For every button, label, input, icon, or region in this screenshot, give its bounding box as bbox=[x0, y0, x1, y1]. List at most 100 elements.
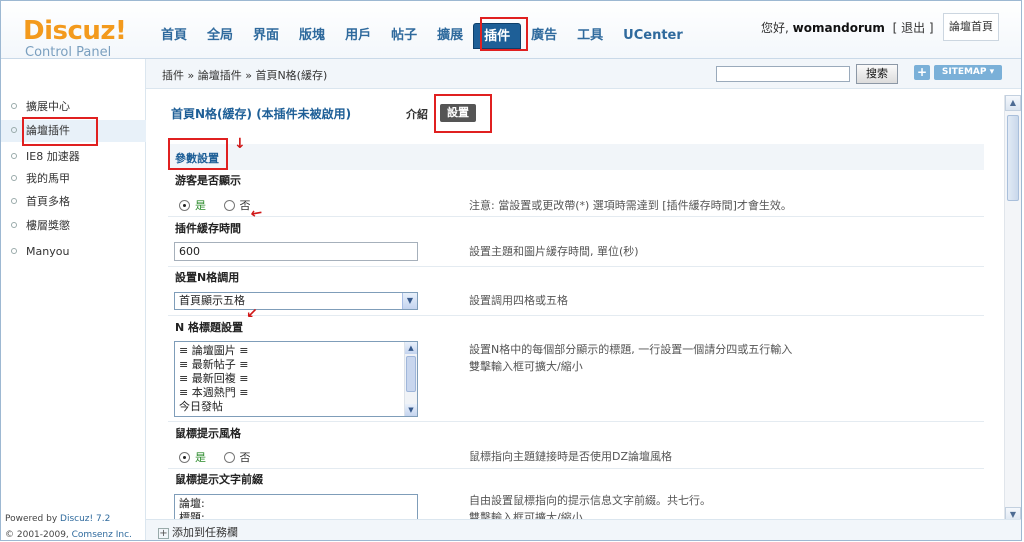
sidebar: 擴展中心 論壇插件 IE8 加速器 我的馬甲 首頁多格 樓層獎懲 Manyou … bbox=[1, 59, 146, 540]
username: womandorum bbox=[792, 21, 885, 35]
bullet-icon bbox=[11, 222, 17, 228]
tipstyle-no-radio[interactable] bbox=[223, 452, 235, 463]
breadcrumb: 插件 » 論壇插件 » 首頁N格(緩存) bbox=[162, 69, 328, 82]
divider bbox=[168, 468, 984, 469]
tipprefix-note: 自由設置鼠標指向的提示信息文字前綴。共七行。 雙擊輸入框可擴大/縮小 bbox=[469, 492, 711, 519]
sidebar-item-label: 我的馬甲 bbox=[26, 172, 70, 185]
tipstyle-yes-label: 是 bbox=[195, 451, 206, 464]
sidebar-item-home-grid[interactable]: 首頁多格 bbox=[11, 192, 70, 212]
divider bbox=[168, 216, 984, 217]
logo-main: Discuz! bbox=[23, 16, 127, 46]
sidebar-item-label: 首頁多格 bbox=[26, 195, 70, 208]
sitemap-button[interactable]: SITEMAP ▾ bbox=[934, 65, 1002, 80]
tipprefix-line: 論壇: bbox=[179, 497, 205, 510]
guest-radio-group: 是 否 bbox=[179, 197, 251, 213]
search-button[interactable]: 搜索 bbox=[856, 64, 898, 84]
guest-no-radio[interactable] bbox=[223, 200, 235, 211]
nav-forums[interactable]: 版塊 bbox=[289, 23, 335, 49]
titles-line: 今日發帖 bbox=[179, 400, 223, 413]
annotation-box-tab bbox=[434, 94, 492, 133]
guest-yes-label: 是 bbox=[195, 199, 206, 212]
cache-time-input[interactable]: 600 bbox=[174, 242, 418, 261]
annotation-arrow-icon: ↙ bbox=[246, 306, 258, 322]
annotation-box-sidebar bbox=[22, 117, 98, 146]
tipprefix-note-line1: 自由設置鼠標指向的提示信息文字前綴。共七行。 bbox=[469, 494, 711, 507]
nav-global[interactable]: 全局 bbox=[197, 23, 243, 49]
scroll-up-icon[interactable]: ▲ bbox=[405, 342, 417, 354]
annotation-box-nav bbox=[480, 17, 528, 51]
cache-note: 設置主題和圖片緩存時間, 單位(秒) bbox=[469, 245, 639, 258]
logo: Discuz! Control Panel bbox=[23, 16, 127, 61]
tipprefix-label: 鼠標提示文字前綴 bbox=[175, 473, 263, 486]
scroll-down-icon[interactable]: ▼ bbox=[405, 404, 417, 416]
sidebar-item-label: Manyou bbox=[26, 245, 70, 258]
sidebar-item-floor-reward[interactable]: 樓層獎懲 bbox=[11, 216, 70, 236]
annotation-arrow-icon: ↓ bbox=[234, 136, 246, 152]
guest-yes-radio[interactable] bbox=[179, 200, 190, 211]
sidebar-item-label: 擴展中心 bbox=[26, 100, 70, 113]
tipstyle-yes-radio[interactable] bbox=[179, 452, 190, 463]
add-to-taskbar-label: 添加到任務欄 bbox=[172, 526, 238, 539]
user-info: 您好, womandorum [ 退出 ] bbox=[761, 19, 934, 36]
copyright-link[interactable]: Comsenz Inc. bbox=[72, 530, 132, 540]
subbar: 插件 » 論壇插件 » 首頁N格(緩存) 搜索 + SITEMAP ▾ bbox=[146, 59, 1021, 89]
powered-by: Powered by Discuz! 7.2 © 2001-2009, Coms… bbox=[5, 511, 132, 540]
ngrid-label: 設置N格調用 bbox=[175, 271, 240, 284]
nav-interface[interactable]: 界面 bbox=[243, 23, 289, 49]
copyright-prefix: © 2001-2009, bbox=[5, 530, 72, 540]
textarea-scrollbar[interactable]: ▲ ▼ bbox=[404, 342, 417, 416]
tipstyle-label: 鼠標提示風格 bbox=[175, 427, 241, 440]
titles-line: ≡ 本週熱門 ≡ bbox=[179, 386, 249, 399]
ngrid-note: 設置調用四格或五格 bbox=[469, 294, 568, 307]
cache-label: 插件緩存時間 bbox=[175, 222, 241, 235]
nav-extensions[interactable]: 擴展 bbox=[427, 23, 473, 49]
bullet-icon bbox=[11, 127, 17, 133]
ngrid-select-value: 首頁顯示五格 bbox=[179, 294, 245, 307]
page-scrollbar[interactable]: ▲ ▼ bbox=[1004, 95, 1021, 523]
nav-posts[interactable]: 帖子 bbox=[381, 23, 427, 49]
tab-intro[interactable]: 介紹 bbox=[406, 106, 428, 122]
add-shortcut-button[interactable]: + bbox=[914, 65, 930, 80]
tipprefix-note-line2: 雙擊輸入框可擴大/縮小 bbox=[469, 511, 583, 519]
guest-note: 注意: 當設置或更改帶(*) 選項時需達到 [插件緩存時間]才會生效。 bbox=[469, 199, 792, 212]
guest-label: 游客是否顯示 bbox=[175, 174, 241, 187]
ngrid-select[interactable]: 首頁顯示五格 ▼ bbox=[174, 292, 418, 310]
divider bbox=[168, 421, 984, 422]
bullet-icon bbox=[11, 103, 17, 109]
search-input[interactable] bbox=[716, 66, 850, 82]
titles-label: N 格標題設置 bbox=[175, 321, 244, 334]
titles-note: 設置N格中的每個部分顯示的標題, 一行設置一個請分四或五行輸入 雙擊輸入框可擴大… bbox=[469, 341, 792, 375]
nav-ads[interactable]: 廣告 bbox=[521, 23, 567, 49]
forum-home-button[interactable]: 論壇首頁 bbox=[943, 13, 999, 41]
powered-link[interactable]: Discuz! 7.2 bbox=[60, 514, 110, 524]
nav-ucenter[interactable]: UCenter bbox=[613, 23, 693, 49]
section-header bbox=[168, 144, 984, 170]
top-nav: 首頁 全局 界面 版塊 用戶 帖子 擴展 插件 廣告 工具 UCenter bbox=[151, 23, 693, 49]
logout-link[interactable]: [ 退出 ] bbox=[893, 21, 934, 35]
sidebar-item-my-vest[interactable]: 我的馬甲 bbox=[11, 169, 70, 189]
guest-no-label: 否 bbox=[239, 199, 251, 212]
sidebar-item-manyou[interactable]: Manyou bbox=[11, 242, 69, 262]
sidebar-item-label: IE8 加速器 bbox=[26, 150, 80, 163]
window: Discuz! Control Panel 首頁 全局 界面 版塊 用戶 帖子 … bbox=[0, 0, 1022, 541]
page-title: 首頁N格(緩存) (本插件未被啟用) bbox=[171, 107, 352, 121]
titles-note-line2: 雙擊輸入框可擴大/縮小 bbox=[469, 360, 583, 373]
scroll-thumb[interactable] bbox=[406, 356, 416, 392]
bullet-icon bbox=[11, 248, 17, 254]
tipstyle-no-label: 否 bbox=[239, 451, 251, 464]
nav-users[interactable]: 用戶 bbox=[335, 23, 381, 49]
sidebar-item-ie8-accelerator[interactable]: IE8 加速器 bbox=[11, 147, 80, 167]
divider bbox=[168, 266, 984, 267]
nav-home[interactable]: 首頁 bbox=[151, 23, 197, 49]
scroll-up-icon[interactable]: ▲ bbox=[1005, 95, 1021, 111]
sidebar-item-extension-center[interactable]: 擴展中心 bbox=[11, 97, 70, 117]
nav-tools[interactable]: 工具 bbox=[567, 23, 613, 49]
add-to-taskbar[interactable]: + 添加到任務欄 bbox=[158, 524, 238, 540]
tipprefix-textarea[interactable]: 論壇: 標題: bbox=[174, 494, 418, 519]
bullet-icon bbox=[11, 153, 17, 159]
bullet-icon bbox=[11, 175, 17, 181]
annotation-box-section bbox=[168, 138, 228, 170]
titles-textarea[interactable]: ≡ 論壇圖片 ≡ ≡ 最新帖子 ≡ ≡ 最新回複 ≡ ≡ 本週熱門 ≡ 今日發帖… bbox=[174, 341, 418, 417]
chevron-down-icon[interactable]: ▼ bbox=[402, 293, 417, 309]
scroll-thumb[interactable] bbox=[1007, 115, 1019, 201]
